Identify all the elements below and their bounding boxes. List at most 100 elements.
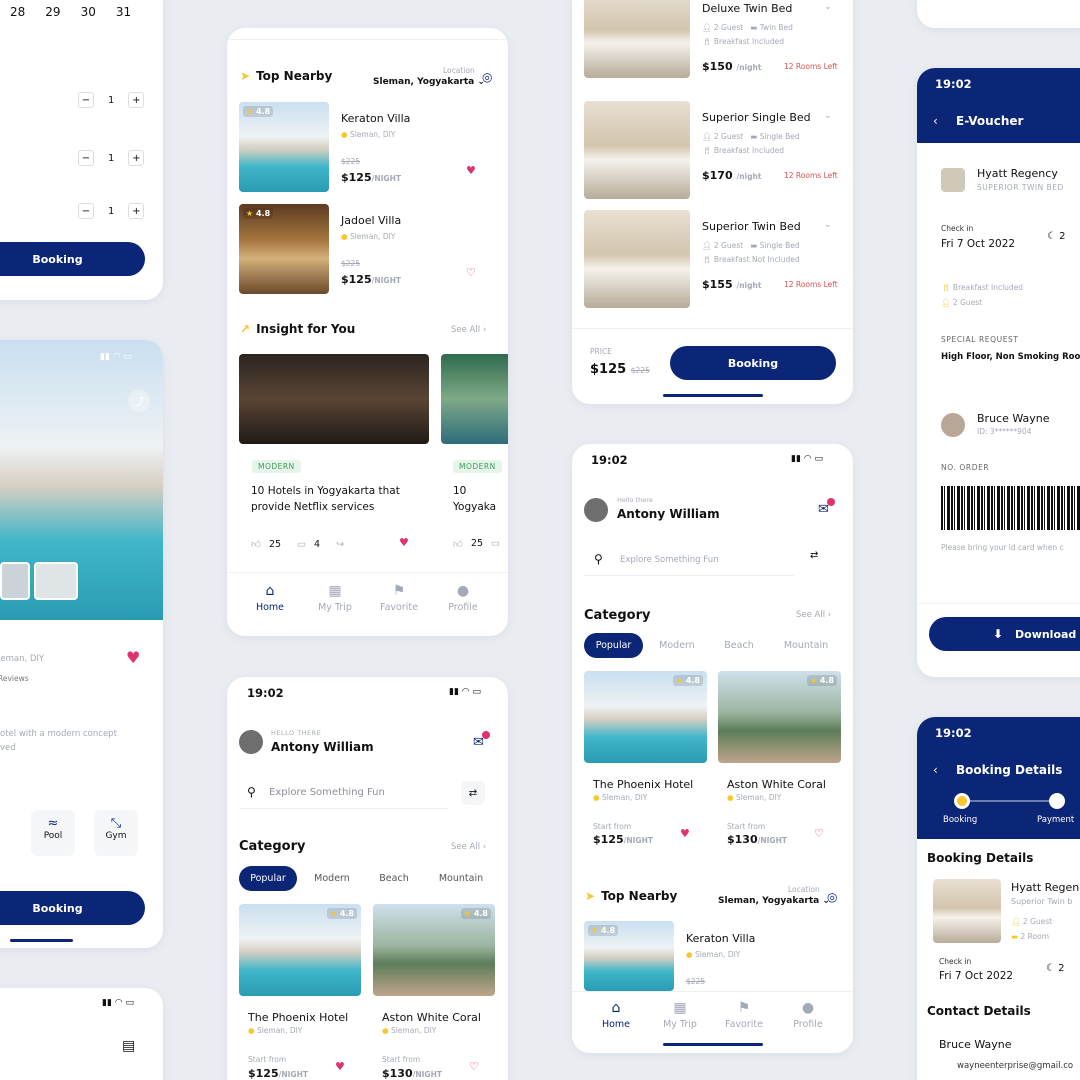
chevron-down-icon[interactable]: ⌄ — [824, 220, 832, 230]
insight-image[interactable] — [441, 354, 508, 444]
comment-icon[interactable]: ▭ — [297, 539, 306, 550]
room-image[interactable] — [584, 0, 690, 78]
tab-profile[interactable]: ● Profile — [433, 583, 493, 613]
increment-button[interactable]: + — [128, 150, 145, 166]
download-button[interactable]: ⬇ Download E- — [929, 617, 1080, 651]
gallery-thumb[interactable] — [0, 562, 30, 600]
favorite-heart-outline-icon[interactable]: ♡ — [469, 1060, 479, 1073]
favorite-heart-icon[interactable]: ♥ — [466, 164, 476, 177]
hotel-name[interactable]: Keraton Villa — [686, 932, 755, 945]
receipt-icon[interactable]: ▤ — [122, 1038, 135, 1054]
hotel-image[interactable]: ★ 4.8 — [373, 904, 495, 996]
search-input[interactable]: ⚲ Explore Something Fun — [584, 544, 794, 576]
insight-image[interactable] — [239, 354, 429, 444]
category-title: Category — [584, 608, 651, 623]
share-icon[interactable]: ↪ — [336, 539, 344, 550]
decrement-button[interactable]: − — [78, 150, 94, 166]
page-title: Booking Details — [956, 763, 1063, 777]
nearby-image[interactable]: ★ 4.8 — [584, 921, 674, 991]
decrement-button[interactable]: − — [78, 203, 94, 219]
like-icon[interactable]: 👍︎ — [251, 538, 261, 550]
favorite-heart-icon[interactable]: ♥ — [680, 827, 690, 840]
room-name[interactable]: Superior Single Bed — [702, 111, 811, 124]
calendar-date[interactable]: 28 — [10, 5, 25, 19]
favorite-heart-icon[interactable]: ♥ — [335, 1060, 345, 1073]
status-icons: ▮▮ ◠ ▭ — [102, 998, 134, 1008]
chevron-down-icon[interactable]: ⌄ — [824, 111, 832, 121]
tab-home[interactable]: ⌂ Home — [240, 583, 300, 613]
insight-title[interactable]: 10 Yogyaka apply mod — [453, 483, 508, 517]
room-name[interactable]: Deluxe Twin Bed — [702, 2, 792, 15]
tab-favorite[interactable]: ⚑ Favorite — [714, 1000, 774, 1030]
chip-modern[interactable]: Modern — [652, 633, 702, 658]
favorite-heart-outline-icon[interactable]: ♡ — [814, 827, 824, 840]
see-all-link[interactable]: See All › — [796, 610, 831, 620]
comment-icon[interactable]: ▭ — [491, 538, 500, 550]
insight-title[interactable]: 10 Hotels in Yogyakarta that provide Net… — [251, 483, 421, 515]
booking-button[interactable]: Booking — [0, 242, 145, 276]
calendar-date[interactable]: 29 — [45, 5, 60, 19]
guest-count: 👤︎ 2 Guest — [941, 298, 983, 307]
chip-popular[interactable]: Popular — [584, 633, 643, 658]
like-icon[interactable]: 👍︎ — [453, 538, 463, 550]
avatar[interactable] — [584, 498, 608, 522]
chip-popular[interactable]: Popular — [239, 866, 297, 891]
nearby-image[interactable]: ★ 4.8 — [239, 102, 329, 192]
hotel-image[interactable]: ★ 4.8 — [239, 904, 361, 996]
calendar-date[interactable]: 30 — [81, 5, 96, 19]
avatar[interactable] — [239, 730, 263, 754]
chip-mountain[interactable]: Mountain — [776, 633, 836, 658]
tab-home[interactable]: ⌂ Home — [586, 1000, 646, 1030]
hotel-name[interactable]: Keraton Villa — [341, 112, 410, 125]
gallery-thumb[interactable] — [34, 562, 78, 600]
chip-modern[interactable]: Modern — [307, 866, 357, 891]
hotel-name[interactable]: Jadoel Villa — [341, 214, 401, 227]
favorite-heart-icon[interactable]: ♥ — [399, 536, 409, 549]
hotel-name[interactable]: The Phoenix Hotel — [593, 778, 693, 791]
total-price: $125 $225 — [590, 362, 650, 377]
filter-icon[interactable]: ⇄ — [810, 550, 818, 561]
booking-button[interactable]: Booking — [0, 891, 145, 925]
share-icon[interactable]: ⤴ — [128, 390, 150, 412]
favorite-heart-outline-icon[interactable]: ♡ — [466, 266, 476, 279]
hotel-image[interactable]: ★ 4.8 — [584, 671, 707, 763]
decrement-button[interactable]: − — [78, 92, 94, 108]
increment-button[interactable]: + — [128, 92, 145, 108]
mail-icon[interactable]: ✉ — [818, 498, 835, 517]
filter-icon[interactable]: ⇄ — [461, 781, 485, 805]
room-image[interactable] — [584, 210, 690, 308]
chip-mountain[interactable]: Mountain — [431, 866, 491, 891]
nearby-image[interactable]: ★ 4.8 — [239, 204, 329, 294]
chip-beach[interactable]: Beach — [369, 866, 419, 891]
status-time: 19:02 — [247, 686, 284, 700]
tab-my-trip[interactable]: ▦ My Trip — [305, 583, 365, 613]
room-image[interactable] — [584, 101, 690, 199]
hotel-name[interactable]: Aston White Coral — [382, 1011, 481, 1024]
partial-screen-card — [917, 0, 1080, 28]
see-all-link[interactable]: See All › — [451, 842, 486, 852]
favorite-heart-icon[interactable]: ♥ — [126, 648, 140, 667]
back-icon[interactable]: ‹ — [933, 114, 938, 128]
mail-icon[interactable]: ✉ — [473, 731, 490, 750]
breakfast-info: 🍴︎ Breakfast Included — [702, 37, 785, 46]
tab-profile[interactable]: ● Profile — [778, 1000, 838, 1030]
tab-favorite[interactable]: ⚑ Favorite — [369, 583, 429, 613]
room-name[interactable]: Superior Twin Bed — [702, 220, 801, 233]
tab-my-trip[interactable]: ▦ My Trip — [650, 1000, 710, 1030]
star-icon: ★ — [246, 107, 254, 116]
location-selector[interactable]: Sleman, Yogyakarta ⌄ — [718, 896, 830, 906]
chevron-down-icon[interactable]: ⌄ — [824, 2, 832, 12]
search-input[interactable]: ⚲ Explore Something Fun — [239, 777, 449, 809]
locate-icon[interactable]: ◎ — [482, 70, 492, 84]
see-all-link[interactable]: See All › — [451, 325, 486, 335]
calendar-date[interactable]: 31 — [116, 5, 131, 19]
chip-beach[interactable]: Beach — [714, 633, 764, 658]
location-selector[interactable]: Sleman, Yogyakarta ⌄ — [373, 77, 485, 87]
hotel-name[interactable]: The Phoenix Hotel — [248, 1011, 348, 1024]
back-icon[interactable]: ‹ — [933, 763, 938, 777]
increment-button[interactable]: + — [128, 203, 145, 219]
booking-button[interactable]: Booking — [670, 346, 836, 380]
hotel-image[interactable]: ★ 4.8 — [718, 671, 841, 763]
hotel-name[interactable]: Aston White Coral — [727, 778, 826, 791]
locate-icon[interactable]: ◎ — [827, 890, 837, 904]
